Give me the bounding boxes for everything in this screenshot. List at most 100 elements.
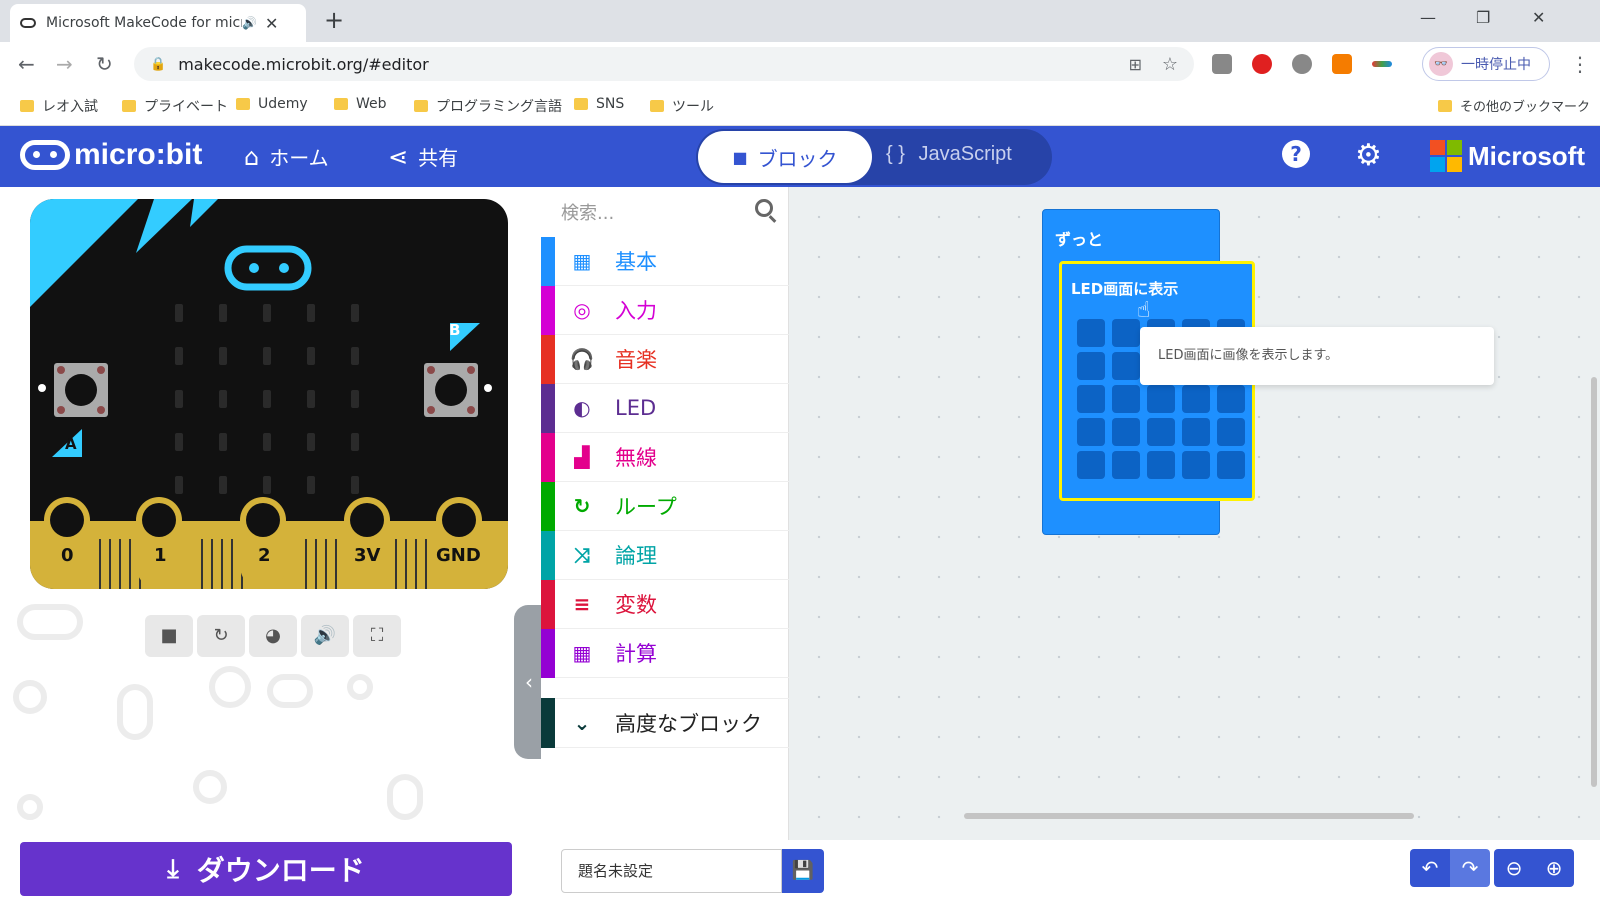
led-cell[interactable] [1182, 451, 1210, 479]
microbit-board-graphic [30, 199, 508, 589]
bookmark-folder[interactable]: プライベート [122, 96, 228, 116]
save-button[interactable]: 💾 [782, 849, 824, 893]
gear-icon[interactable]: ⚙ [1355, 138, 1382, 173]
category-color-bar [541, 698, 555, 748]
rainbow-extension-icon[interactable] [1372, 61, 1392, 67]
category-color-bar [541, 530, 555, 580]
category-label: ループ [615, 495, 677, 519]
download-button[interactable]: ⤓ ダウンロード [20, 842, 512, 896]
toolbox-category[interactable]: ◐ LED [541, 383, 789, 433]
folder-icon [414, 100, 428, 112]
chart-extension-icon[interactable] [1332, 54, 1352, 74]
search-icon[interactable] [755, 199, 773, 217]
led-cell[interactable] [1147, 385, 1175, 413]
target-icon: ◎ [573, 298, 591, 322]
toolbox-category[interactable]: 🎧 音楽 [541, 334, 789, 384]
share-button[interactable]: ⋖ 共有 [388, 142, 458, 171]
toolbox-category[interactable]: ◎ 入力 [541, 285, 789, 335]
microbit-board[interactable]: A B 0 1 2 3V GND [30, 199, 508, 589]
tab-close-icon[interactable]: ✕ [265, 14, 278, 33]
led-cell[interactable] [1077, 451, 1105, 479]
close-window-button[interactable]: ✕ [1532, 8, 1545, 27]
toolbox-category[interactable]: ▟ 無線 [541, 432, 789, 482]
new-tab-button[interactable]: + [324, 6, 344, 34]
other-bookmarks[interactable]: その他のブックマーク [1438, 96, 1590, 115]
led-cell[interactable] [1147, 418, 1175, 446]
led-cell[interactable] [1217, 385, 1245, 413]
toolbox-category[interactable]: ≡ 変数 [541, 579, 789, 629]
fullscreen-button[interactable]: ⛶ [353, 615, 401, 657]
toolbox-category[interactable]: ↻ ループ [541, 481, 789, 531]
skype-extension-icon[interactable] [1292, 54, 1312, 74]
home-button[interactable]: ⌂ ホーム [244, 142, 329, 171]
bookmark-folder[interactable]: Udemy [236, 96, 308, 112]
qr-extension-icon[interactable] [1212, 54, 1232, 74]
bookmark-folder[interactable]: SNS [574, 96, 624, 112]
restore-button[interactable]: ❐ [1476, 8, 1490, 27]
toolbox-category[interactable]: ▦ 基本 [541, 236, 789, 286]
advanced-blocks-category[interactable]: ⌄ 高度なブロック [541, 698, 789, 748]
help-button[interactable]: ? [1282, 140, 1310, 168]
microbit-logo[interactable]: micro:bit [20, 138, 202, 172]
reload-button[interactable]: ↻ [96, 52, 113, 76]
zoom-in-button[interactable]: ⊕ [1534, 849, 1574, 887]
led-cell[interactable] [1147, 451, 1175, 479]
horizontal-scrollbar[interactable] [964, 813, 1414, 819]
led-cell[interactable] [1077, 352, 1105, 380]
microsoft-logo[interactable]: Microsoft [1430, 140, 1585, 172]
profile-button[interactable]: 👓 一時停止中 [1422, 47, 1550, 81]
block-tooltip: LED画面に画像を表示します。 [1140, 327, 1494, 385]
mute-button[interactable]: 🔊 [301, 615, 349, 657]
forward-button[interactable]: → [56, 52, 73, 76]
led-cell[interactable] [1112, 451, 1140, 479]
led-cell[interactable] [1077, 319, 1105, 347]
led-cell[interactable] [1112, 319, 1140, 347]
led-cell[interactable] [1112, 418, 1140, 446]
home-label: ホーム [269, 146, 329, 170]
toolbox-category[interactable]: ▦ 計算 [541, 628, 789, 678]
pin-label: 1 [154, 545, 167, 566]
bookmark-folder[interactable]: レオ入試 [20, 96, 98, 116]
led-cell[interactable] [1077, 418, 1105, 446]
omnibox[interactable]: 🔒 makecode.microbit.org/#editor ⊞ ☆ [134, 47, 1194, 81]
bookmark-folder[interactable]: ツール [650, 96, 714, 116]
minimize-button[interactable]: — [1420, 8, 1436, 27]
redo-button[interactable]: ↷ [1450, 849, 1490, 887]
browser-menu-icon[interactable]: ⋮ [1570, 52, 1590, 76]
translate-icon[interactable]: ⊞ [1129, 55, 1142, 74]
led-cell[interactable] [1112, 352, 1140, 380]
pin-label: GND [436, 545, 481, 566]
undo-button[interactable]: ↶ [1410, 849, 1450, 887]
star-icon[interactable]: ☆ [1162, 54, 1178, 75]
led-cell[interactable] [1217, 451, 1245, 479]
bookmark-folder[interactable]: プログラミング言語 [414, 96, 562, 116]
zoom-out-button[interactable]: ⊖ [1494, 849, 1534, 887]
led-cell[interactable] [1182, 385, 1210, 413]
toolbox-category[interactable]: ⤨ 論理 [541, 530, 789, 580]
bookmark-folder[interactable]: Web [334, 96, 387, 112]
led-cell[interactable] [1182, 418, 1210, 446]
simulator-panel: A B 0 1 2 3V GND ■ ↻ ◕ 🔊 ⛶ ‹ [0, 187, 544, 840]
blocks-workspace[interactable]: ずっと LED画面に表示 ☝ LED画面に画像を表示します。 [789, 187, 1600, 840]
vertical-scrollbar[interactable] [1591, 377, 1597, 787]
browser-tab[interactable]: Microsoft MakeCode for micro:bit 🔊 ✕ [10, 4, 306, 42]
category-label: LED [615, 396, 657, 420]
search-input[interactable]: 検索... [561, 199, 614, 225]
javascript-tab[interactable]: { } JavaScript [886, 143, 1012, 166]
collapse-simulator-button[interactable]: ‹ [514, 605, 544, 759]
led-cell[interactable] [1112, 385, 1140, 413]
back-button[interactable]: ← [18, 52, 35, 76]
blocks-tab[interactable]: ■ ブロック [698, 131, 872, 183]
red-extension-icon[interactable] [1252, 54, 1272, 74]
share-label: 共有 [418, 146, 459, 170]
led-cell[interactable] [1077, 385, 1105, 413]
slowmo-button[interactable]: ◕ [249, 615, 297, 657]
speaker-icon[interactable]: 🔊 [242, 16, 257, 30]
project-name-input[interactable]: 題名未設定 [561, 849, 782, 893]
restart-button[interactable]: ↻ [197, 615, 245, 657]
led-cell[interactable] [1217, 418, 1245, 446]
share-icon: ⋖ [388, 142, 409, 171]
stop-button[interactable]: ■ [145, 615, 193, 657]
restart-icon: ↻ [213, 625, 229, 646]
toolbox-search[interactable]: 検索... [541, 187, 789, 237]
